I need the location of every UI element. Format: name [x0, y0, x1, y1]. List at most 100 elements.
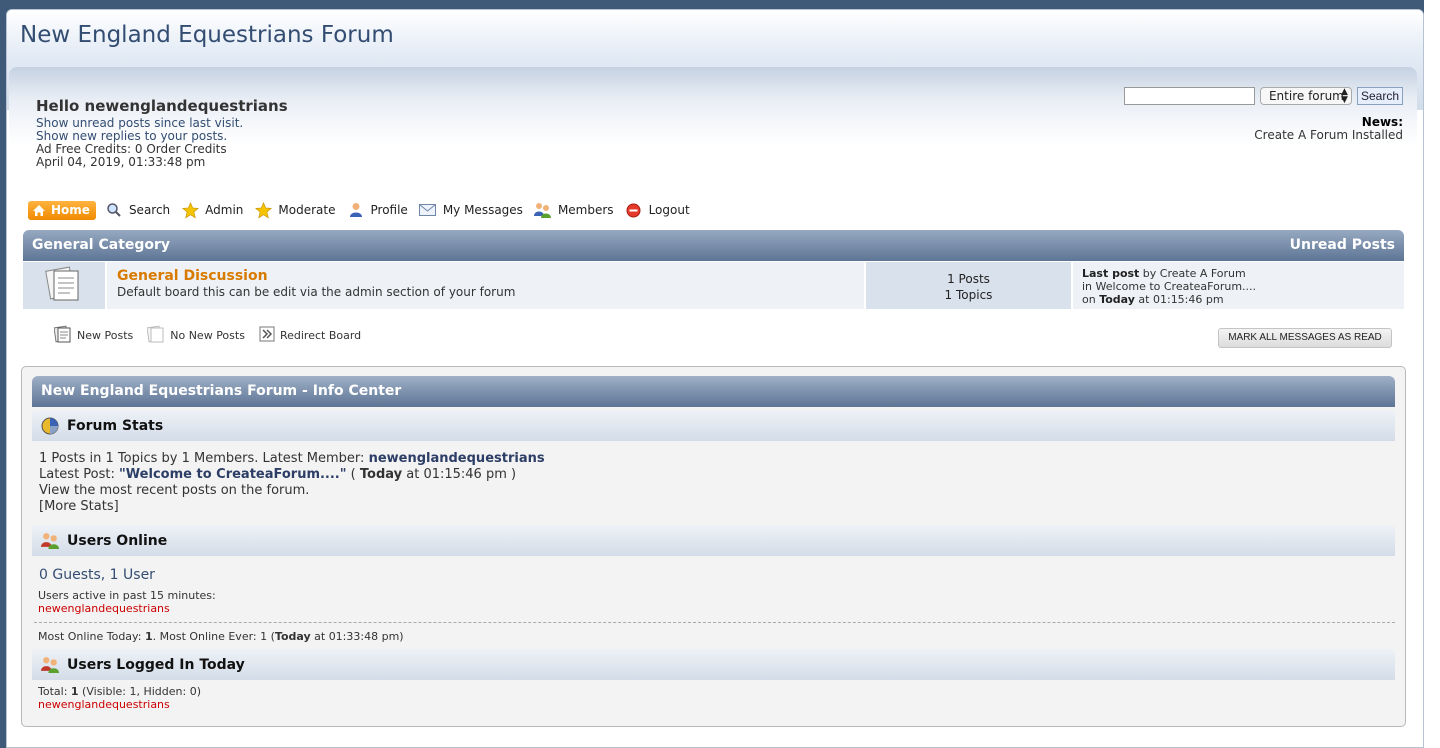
- user-info: Show unread posts since last visit. Show…: [36, 117, 243, 169]
- nav-admin[interactable]: Admin: [181, 201, 243, 219]
- members-icon: [534, 201, 552, 219]
- legend-no-new-posts: No New Posts: [146, 325, 245, 346]
- forum-stats-header: Forum Stats: [32, 410, 1395, 441]
- users-online-heading: Users Online: [67, 532, 168, 549]
- board-last-post: Last post by Create A Forum in Welcome t…: [1073, 262, 1404, 309]
- forum-stats-content: 1 Posts in 1 Topics by 1 Members. Latest…: [39, 451, 545, 515]
- nav-moderate[interactable]: Moderate: [254, 201, 336, 219]
- most-online-mid: . Most Online Ever: 1 (: [152, 630, 275, 643]
- latest-post-link[interactable]: "Welcome to CreateaForum....": [119, 467, 347, 482]
- page-gutter: [1424, 0, 1440, 748]
- nav-admin-label: Admin: [205, 203, 244, 217]
- search-area: Entire forum ▲ ▼ Search: [1123, 87, 1403, 105]
- legend-new-posts: New Posts: [53, 325, 134, 346]
- search-input[interactable]: [1123, 87, 1255, 105]
- news-text: Create A Forum Installed: [1254, 128, 1403, 142]
- pie-chart-icon: [41, 417, 59, 435]
- nav-members[interactable]: Members: [534, 201, 614, 219]
- most-online-today-label: Today: [274, 630, 311, 643]
- user-section: Hello newenglandequestrians Show unread …: [9, 67, 1417, 197]
- logged-today-block: Total: 1 (Visible: 1, Hidden: 0) newengl…: [38, 685, 201, 711]
- nav-search[interactable]: Search: [105, 201, 170, 219]
- news: News: Create A Forum Installed: [1254, 116, 1403, 142]
- nav-profile-label: Profile: [370, 203, 408, 217]
- stats-summary: 1 Posts in 1 Topics by 1 Members. Latest…: [39, 451, 369, 466]
- forum-title: New England Equestrians Forum: [20, 22, 394, 48]
- total-suffix: (Visible: 1, Hidden: 0): [78, 685, 202, 698]
- most-online: Most Online Today: 1. Most Online Ever: …: [38, 630, 404, 643]
- most-online-prefix: Most Online Today:: [38, 630, 145, 643]
- star-icon: [254, 201, 272, 219]
- nav-messages-label: My Messages: [442, 203, 523, 217]
- most-online-today: 1: [144, 630, 153, 643]
- board-posts-count: 1 Posts: [947, 272, 990, 286]
- logged-today-header: Users Logged In Today: [32, 649, 1395, 680]
- total-prefix: Total:: [38, 685, 71, 698]
- search-icon: [105, 201, 123, 219]
- board-posts-icon: [45, 265, 83, 307]
- users-online-header: Users Online: [32, 525, 1395, 556]
- active-users-block: Users active in past 15 minutes: newengl…: [38, 589, 216, 615]
- unread-posts-link[interactable]: Unread Posts: [1290, 237, 1395, 253]
- info-center: New England Equestrians Forum - Info Cen…: [21, 366, 1406, 727]
- board-legend: New Posts No New Posts Redirect Board: [53, 325, 361, 346]
- board-info: General Discussion Default board this ca…: [107, 262, 864, 309]
- logged-today-heading: Users Logged In Today: [67, 656, 245, 673]
- forum-stats-heading: Forum Stats: [67, 417, 164, 434]
- category-title[interactable]: General Category: [32, 237, 170, 253]
- user-icon: [347, 201, 365, 219]
- search-scope-select[interactable]: Entire forum ▲ ▼: [1259, 87, 1352, 105]
- logged-user-link[interactable]: newenglandequestrians: [38, 698, 201, 711]
- more-stats-link[interactable]: [More Stats]: [39, 499, 545, 515]
- active-users-label: Users active in past 15 minutes:: [38, 589, 216, 602]
- category-header: General Category Unread Posts: [23, 230, 1404, 261]
- latest-post-paren: (: [346, 467, 360, 482]
- nav-members-label: Members: [557, 203, 614, 217]
- logged-today-total: Total: 1 (Visible: 1, Hidden: 0): [38, 685, 201, 698]
- info-center-title: New England Equestrians Forum - Info Cen…: [32, 376, 1395, 407]
- nav-moderate-label: Moderate: [278, 203, 336, 217]
- forum-frame: New England Equestrians Forum Hello newe…: [6, 9, 1424, 748]
- divider: [34, 622, 1395, 623]
- users-icon: [41, 656, 59, 674]
- nav-messages[interactable]: My Messages: [419, 201, 523, 219]
- online-count: 0 Guests, 1 User: [39, 567, 155, 583]
- board-status-cell: [23, 262, 105, 309]
- last-post-time: at 01:15:46 pm: [1134, 293, 1224, 306]
- nav-profile[interactable]: Profile: [347, 201, 408, 219]
- latest-post-today: Today: [359, 467, 403, 482]
- last-post-author[interactable]: by Create A Forum: [1139, 267, 1246, 280]
- recent-posts-link[interactable]: View the most recent posts on the forum.: [39, 483, 545, 499]
- no-new-posts-icon: [146, 325, 165, 346]
- online-user-link[interactable]: newenglandequestrians: [38, 602, 216, 615]
- nav-logout[interactable]: Logout: [625, 201, 690, 219]
- latest-post-time: at 01:15:46 pm ): [402, 467, 517, 482]
- current-datetime: April 04, 2019, 01:33:48 pm: [36, 155, 206, 169]
- nav-search-label: Search: [128, 203, 171, 217]
- nav-home[interactable]: Home: [28, 200, 96, 220]
- main-nav: Home Search Admin Moderate Profile My Me…: [28, 199, 701, 221]
- most-online-time: at 01:33:48 pm): [310, 630, 404, 643]
- board-stats: 1 Posts 1 Topics: [866, 262, 1071, 309]
- new-posts-icon: [53, 325, 72, 346]
- news-label: News:: [1361, 115, 1403, 129]
- legend-new-posts-label: New Posts: [77, 329, 134, 342]
- latest-member-link[interactable]: newenglandequestrians: [369, 451, 545, 466]
- last-post-on: on: [1082, 293, 1100, 306]
- select-arrows-icon: ▲ ▼: [1341, 87, 1348, 105]
- board-row: General Discussion Default board this ca…: [23, 262, 1404, 309]
- mark-all-read-button[interactable]: MARK ALL MESSAGES AS READ: [1218, 328, 1392, 348]
- legend-no-new-posts-label: No New Posts: [170, 329, 245, 342]
- total-count: 1: [70, 685, 79, 698]
- nav-home-label: Home: [51, 203, 90, 217]
- board-name-link[interactable]: General Discussion: [117, 268, 854, 284]
- last-post-topic-link[interactable]: in Welcome to CreateaForum....: [1082, 280, 1395, 293]
- last-post-today: Today: [1099, 293, 1135, 306]
- search-button[interactable]: Search: [1356, 87, 1403, 105]
- envelope-icon: [419, 201, 437, 219]
- users-icon: [41, 532, 59, 550]
- latest-post-label: Latest Post:: [39, 467, 120, 482]
- board-topics-count: 1 Topics: [944, 288, 993, 302]
- board-description: Default board this can be edit via the a…: [117, 285, 516, 299]
- nav-logout-label: Logout: [648, 203, 690, 217]
